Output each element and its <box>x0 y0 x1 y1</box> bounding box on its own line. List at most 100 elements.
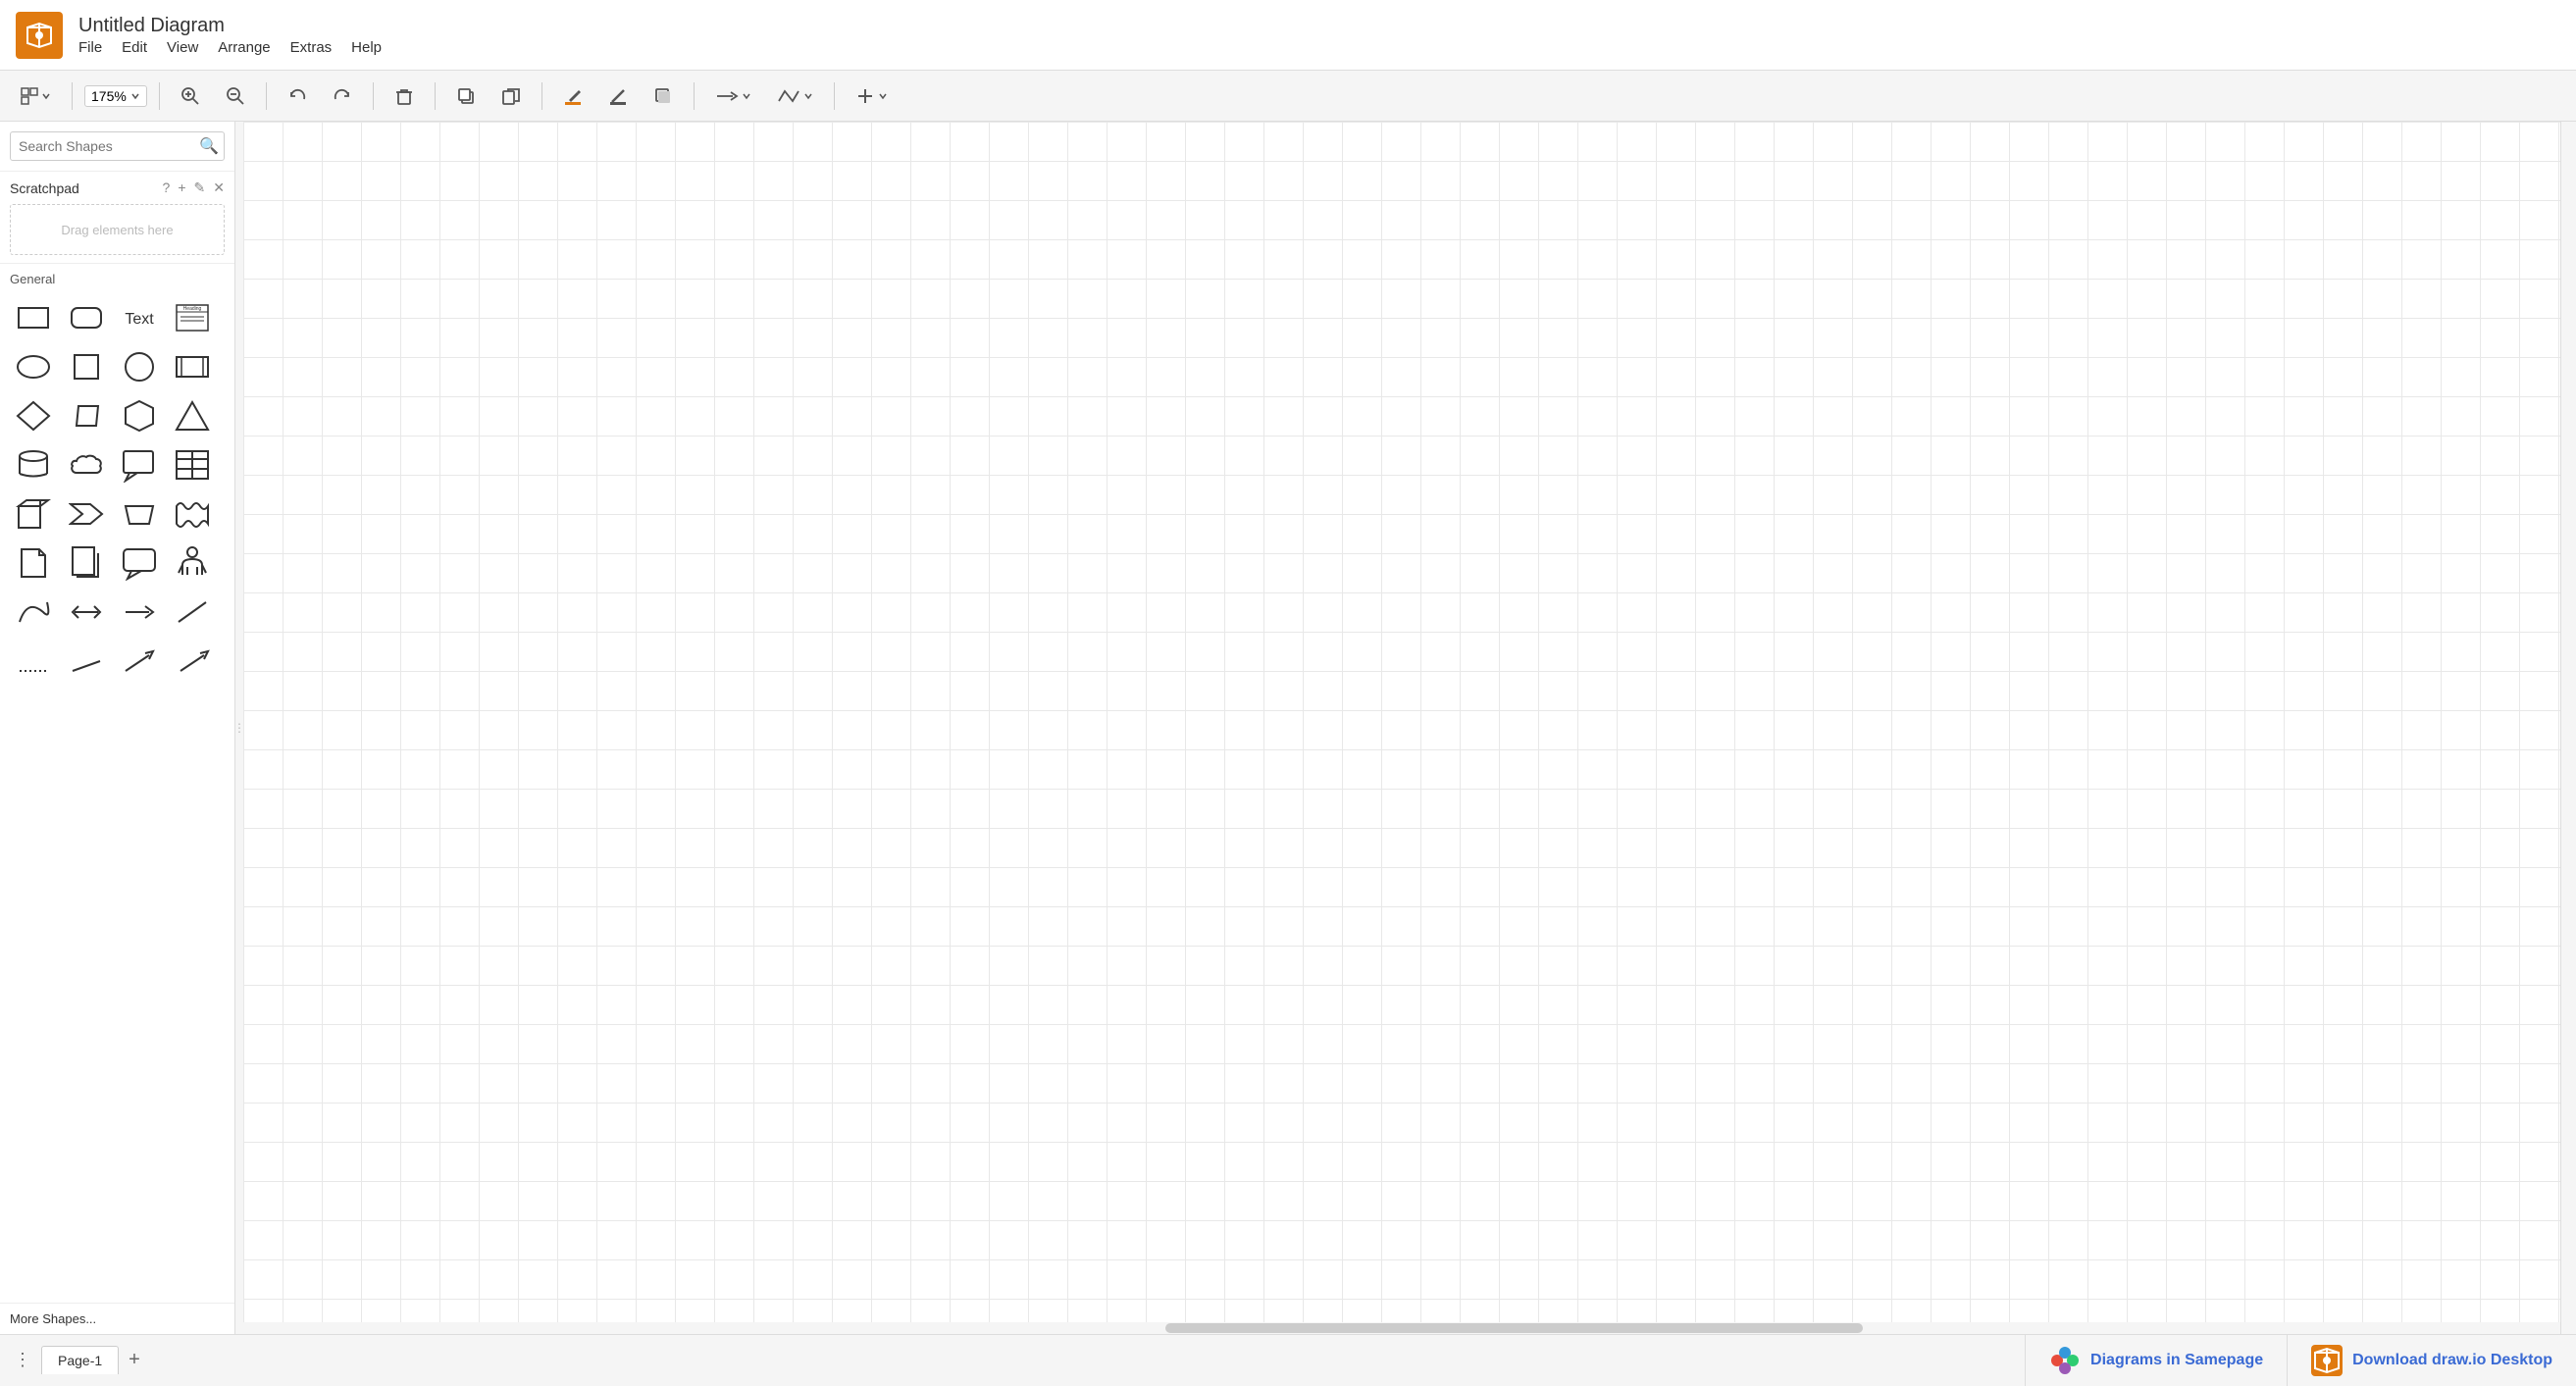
scratchpad-edit-btn[interactable]: ✎ <box>194 180 206 196</box>
separator-2 <box>159 82 160 110</box>
separator-1 <box>72 82 73 110</box>
search-button[interactable]: 🔍 <box>199 136 219 156</box>
drawio-banner[interactable]: Download draw.io Desktop <box>2287 1335 2576 1386</box>
shape-wave[interactable] <box>169 492 216 536</box>
shape-line-small[interactable] <box>63 640 110 683</box>
copy-button[interactable] <box>492 81 530 111</box>
shape-arrow[interactable] <box>116 590 163 634</box>
shape-hexagon[interactable] <box>116 394 163 437</box>
banners: Diagrams in Samepage Download draw.io De… <box>2025 1335 2576 1386</box>
sidebar-resize-handle[interactable] <box>235 122 243 1334</box>
canvas-area[interactable] <box>243 122 2560 1334</box>
shape-note-card[interactable]: Heading <box>169 296 216 339</box>
separator-3 <box>266 82 267 110</box>
shape-curve[interactable] <box>10 590 57 634</box>
drawio-text: Download draw.io Desktop <box>2352 1352 2552 1369</box>
menu-view[interactable]: View <box>167 39 198 56</box>
title-section: Untitled Diagram File Edit View Arrange … <box>78 15 382 56</box>
shape-film-rect[interactable] <box>169 345 216 388</box>
shape-square[interactable] <box>63 345 110 388</box>
page-tab[interactable]: Page-1 <box>41 1346 119 1374</box>
shape-text[interactable]: Text <box>116 296 163 339</box>
separator-4 <box>373 82 374 110</box>
scratchpad-title: Scratchpad <box>10 180 79 196</box>
svg-text:Text: Text <box>125 311 154 328</box>
general-section-label: General <box>6 272 229 286</box>
zoom-in-button[interactable] <box>172 81 209 111</box>
scratchpad-actions: ? + ✎ ✕ <box>163 180 225 196</box>
samepage-icon <box>2049 1345 2081 1376</box>
add-page-button[interactable]: + <box>123 1345 146 1375</box>
scratchpad-header: Scratchpad ? + ✎ ✕ <box>10 180 225 196</box>
shape-arrow-small-2[interactable] <box>169 640 216 683</box>
more-shapes-button[interactable]: More Shapes... <box>0 1303 234 1334</box>
connection-button[interactable] <box>706 81 760 111</box>
samepage-text: Diagrams in Samepage <box>2090 1352 2263 1369</box>
waypoint-button[interactable] <box>768 81 822 111</box>
fill-color-button[interactable] <box>554 81 592 111</box>
canvas-grid <box>243 122 2560 1334</box>
zoom-level: 175% <box>91 88 127 104</box>
diagram-title[interactable]: Untitled Diagram <box>78 15 382 37</box>
shape-parallelogram[interactable] <box>63 394 110 437</box>
shape-doc-alt[interactable] <box>63 541 110 585</box>
shape-cloud[interactable] <box>63 443 110 487</box>
bottom-scrollbar-thumb[interactable] <box>1165 1323 1863 1333</box>
page-tabs: ⋮ Page-1 + <box>0 1345 2025 1375</box>
shape-rounded-rect[interactable] <box>63 296 110 339</box>
bottom-scrollbar-container[interactable] <box>235 1322 2560 1334</box>
view-toggle-button[interactable] <box>12 82 60 110</box>
bottom-bar: ⋮ Page-1 + Diagrams in Samepage <box>0 1334 2576 1385</box>
shape-step[interactable] <box>63 492 110 536</box>
shape-doc[interactable] <box>10 541 57 585</box>
delete-button[interactable] <box>386 81 423 111</box>
shape-cylinder[interactable] <box>10 443 57 487</box>
shape-double-arrow[interactable] <box>63 590 110 634</box>
shape-diamond[interactable] <box>10 394 57 437</box>
right-scrollbar[interactable] <box>2560 122 2576 1334</box>
menu-file[interactable]: File <box>78 39 102 56</box>
menu-extras[interactable]: Extras <box>290 39 333 56</box>
shadow-button[interactable] <box>644 81 682 111</box>
search-input[interactable] <box>10 131 225 161</box>
separator-6 <box>541 82 542 110</box>
shape-dot-line[interactable] <box>10 640 57 683</box>
page-menu-button[interactable]: ⋮ <box>8 1346 37 1374</box>
zoom-control[interactable]: 175% <box>84 85 147 107</box>
svg-text:Heading: Heading <box>183 306 202 312</box>
scratchpad-help-btn[interactable]: ? <box>163 180 171 196</box>
shape-person[interactable] <box>169 541 216 585</box>
menu-arrange[interactable]: Arrange <box>218 39 270 56</box>
shape-trapezoid[interactable] <box>116 492 163 536</box>
menu-edit[interactable]: Edit <box>122 39 147 56</box>
shape-callout[interactable] <box>116 443 163 487</box>
shape-line[interactable] <box>169 590 216 634</box>
scratchpad-close-btn[interactable]: ✕ <box>213 180 225 196</box>
title-bar: Untitled Diagram File Edit View Arrange … <box>0 0 2576 71</box>
scratchpad-drop-zone: Drag elements here <box>10 204 225 255</box>
drawio-icon <box>2311 1345 2343 1376</box>
separator-8 <box>834 82 835 110</box>
shape-circle[interactable] <box>116 345 163 388</box>
shape-ellipse[interactable] <box>10 345 57 388</box>
menu-help[interactable]: Help <box>351 39 382 56</box>
line-color-button[interactable] <box>599 81 637 111</box>
samepage-banner[interactable]: Diagrams in Samepage <box>2025 1335 2287 1386</box>
undo-button[interactable] <box>279 81 316 111</box>
shape-triangle[interactable] <box>169 394 216 437</box>
shape-table[interactable] <box>169 443 216 487</box>
zoom-out-button[interactable] <box>217 81 254 111</box>
scratchpad-section: Scratchpad ? + ✎ ✕ Drag elements here <box>0 172 234 264</box>
insert-button[interactable] <box>847 81 897 111</box>
separator-5 <box>435 82 436 110</box>
search-container: 🔍 <box>0 122 234 172</box>
shape-cube[interactable] <box>10 492 57 536</box>
shapes-grid: Text Heading <box>6 296 229 683</box>
shapes-panel: General Text Heading <box>0 264 234 1303</box>
shape-speech-bubble[interactable] <box>116 541 163 585</box>
shape-rectangle[interactable] <box>10 296 57 339</box>
scratchpad-add-btn[interactable]: + <box>178 180 185 196</box>
redo-button[interactable] <box>324 81 361 111</box>
duplicate-button[interactable] <box>447 81 485 111</box>
shape-arrow-small[interactable] <box>116 640 163 683</box>
